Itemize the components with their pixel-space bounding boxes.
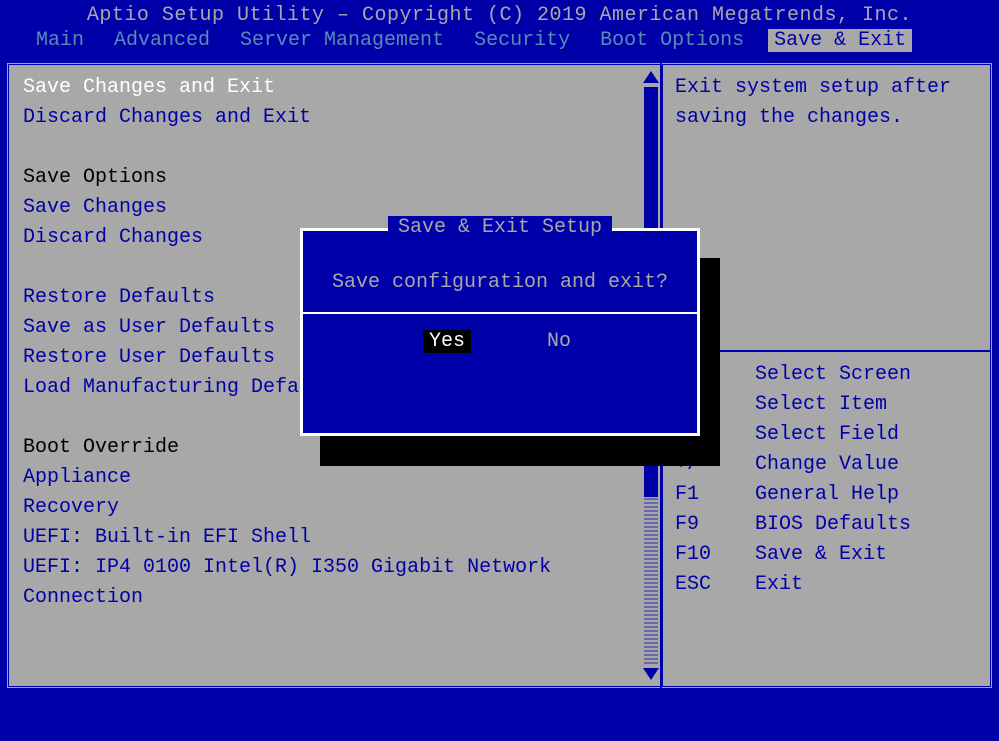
help-row: F1General Help	[675, 480, 978, 510]
menu-save-changes-and-exit[interactable]: Save Changes and Exit	[23, 73, 650, 103]
help-label: Select Field	[755, 420, 978, 450]
tab-main[interactable]: Main	[30, 29, 90, 52]
help-label: Select Item	[755, 390, 978, 420]
header-bar: Aptio Setup Utility – Copyright (C) 2019…	[0, 0, 999, 58]
menu-blank	[23, 133, 650, 163]
menu-appliance[interactable]: Appliance	[23, 463, 650, 493]
dialog-title: Save & Exit Setup	[388, 216, 612, 239]
help-row: ESCExit	[675, 570, 978, 600]
help-label: Exit	[755, 570, 978, 600]
help-row: Select Item	[675, 390, 978, 420]
help-label: Select Screen	[755, 360, 978, 390]
dialog-message: Save configuration and exit?	[303, 231, 697, 312]
footer-bar	[0, 695, 999, 741]
menu-uefi-built-in-efi-shell[interactable]: UEFI: Built-in EFI Shell	[23, 523, 650, 553]
tab-server-management[interactable]: Server Management	[234, 29, 450, 52]
help-label: General Help	[755, 480, 978, 510]
tab-boot-options[interactable]: Boot Options	[594, 29, 750, 52]
bios-screen: Aptio Setup Utility – Copyright (C) 2019…	[0, 0, 999, 741]
tabs-row: Main Advanced Server Management Security Boo…	[10, 27, 989, 56]
help-key: F10	[675, 540, 755, 570]
help-key: F1	[675, 480, 755, 510]
scroll-track-dotted[interactable]	[644, 497, 658, 664]
scroll-down-icon[interactable]	[643, 668, 659, 680]
dialog-yes-button[interactable]: Yes	[423, 330, 471, 353]
help-row: rSelect Field	[675, 420, 978, 450]
scroll-up-icon[interactable]	[643, 71, 659, 83]
menu-uefi-ip4-0100-intel-r-i350-gigabit-network[interactable]: UEFI: IP4 0100 Intel(R) I350 Gigabit Net…	[23, 553, 650, 583]
help-row: F9BIOS Defaults	[675, 510, 978, 540]
help-key: F9	[675, 510, 755, 540]
dialog-buttons: Yes No	[303, 314, 697, 367]
dialog-no-button[interactable]: No	[541, 330, 577, 353]
menu-connection[interactable]: Connection	[23, 583, 650, 613]
main-body: Save Changes and ExitDiscard Changes and…	[0, 58, 999, 695]
help-label: Save & Exit	[755, 540, 978, 570]
help-key: ESC	[675, 570, 755, 600]
help-row: +/-Change Value	[675, 450, 978, 480]
confirm-dialog: Save & Exit Setup Save configuration and…	[300, 228, 700, 436]
menu-recovery[interactable]: Recovery	[23, 493, 650, 523]
help-label: Change Value	[755, 450, 978, 480]
help-row: F10Save & Exit	[675, 540, 978, 570]
tab-security[interactable]: Security	[468, 29, 576, 52]
tab-advanced[interactable]: Advanced	[108, 29, 216, 52]
help-row: Select Screen	[675, 360, 978, 390]
help-label: BIOS Defaults	[755, 510, 978, 540]
menu-discard-changes-and-exit[interactable]: Discard Changes and Exit	[23, 103, 650, 133]
utility-title: Aptio Setup Utility – Copyright (C) 2019…	[10, 4, 989, 27]
menu-save-options: Save Options	[23, 163, 650, 193]
tab-save-exit[interactable]: Save & Exit	[768, 29, 912, 52]
